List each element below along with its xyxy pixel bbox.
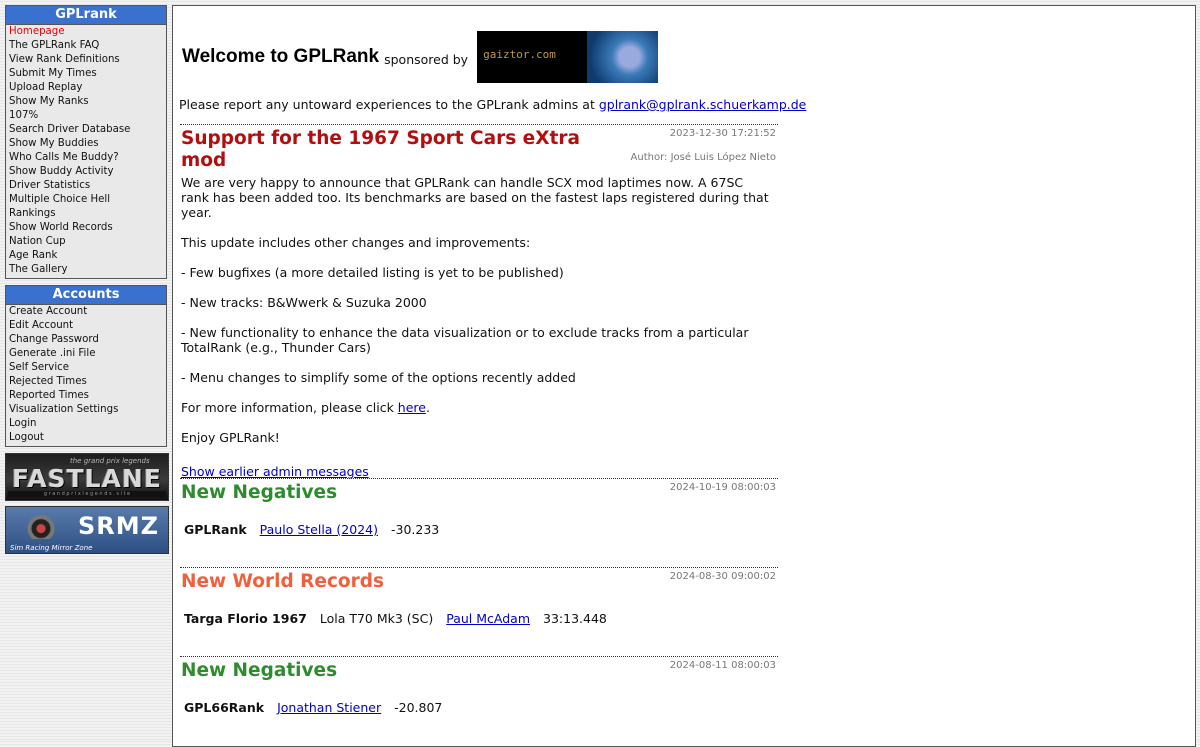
- news-negatives-2: 2024-08-11 08:00:03 New Negatives GPL66R…: [180, 656, 778, 743]
- announcement-title: Support for the 1967 Sport Cars eXtra mo…: [181, 128, 580, 171]
- news2-track: Targa Florio 1967: [184, 611, 307, 626]
- menu-item-driver-statistics[interactable]: Driver Statistics: [9, 179, 166, 193]
- sidebar: GPLrank Homepage The GPLRank FAQ View Rank…: [5, 5, 169, 559]
- announcement-p7: For more information, please click here.: [181, 400, 771, 415]
- main-menu-title: GPLrank: [6, 6, 166, 25]
- racecar-icon: [16, 513, 66, 539]
- news2-row: Targa Florio 1967 Lola T70 Mk3 (SC) Paul…: [184, 611, 778, 626]
- account-item-login[interactable]: Login: [9, 417, 166, 431]
- page-title: Welcome to GPLRank: [182, 46, 380, 67]
- announcement-p5: - New functionality to enhance the data …: [181, 325, 749, 355]
- report-line: Please report any untoward experiences t…: [179, 97, 806, 112]
- menu-item-nation-cup[interactable]: Nation Cup: [9, 235, 166, 249]
- news2-date: 2024-08-30 09:00:02: [669, 571, 776, 582]
- menu-item-view-rank-definitions[interactable]: View Rank Definitions: [9, 53, 166, 67]
- menu-item-age-rank[interactable]: Age Rank: [9, 249, 166, 263]
- menu-item-who-calls-me-buddy[interactable]: Who Calls Me Buddy?: [9, 151, 166, 165]
- account-item-rejected-times[interactable]: Rejected Times: [9, 375, 166, 389]
- fastlane-banner[interactable]: the grand prix legends FASTLANE g r a n …: [5, 453, 169, 501]
- dolphin-image: [587, 31, 659, 83]
- announcement-date: 2023-12-30 17:21:52: [669, 128, 776, 139]
- announcement-p1: We are very happy to announce that GPLRa…: [181, 175, 769, 220]
- news3-value: -20.807: [394, 700, 443, 715]
- more-info-period: .: [425, 400, 430, 415]
- announcement-p2: This update includes other changes and i…: [181, 235, 531, 250]
- welcome-header: Welcome to GPLRank sponsored by gaiztor.…: [182, 29, 659, 85]
- menu-item-rankings[interactable]: Rankings: [9, 207, 166, 221]
- news1-driver-link[interactable]: Paulo Stella (2024): [260, 522, 378, 537]
- news2-car: Lola T70 Mk3 (SC): [319, 611, 434, 626]
- account-item-generate-ini-file[interactable]: Generate .ini File: [9, 347, 166, 361]
- news1-date: 2024-10-19 08:00:03: [669, 482, 776, 493]
- more-info-link[interactable]: here: [398, 400, 426, 415]
- more-info-text: For more information, please click: [181, 400, 398, 415]
- news-negatives-1: 2024-10-19 08:00:03 New Negatives GPLRan…: [180, 478, 778, 565]
- account-item-create-account[interactable]: Create Account: [9, 305, 166, 319]
- main-menu-list: Homepage The GPLRank FAQ View Rank Definit…: [6, 25, 166, 278]
- account-item-visualization-settings[interactable]: Visualization Settings: [9, 403, 166, 417]
- menu-item-the-gallery[interactable]: The Gallery: [9, 263, 166, 277]
- news1-rank: GPLRank: [184, 522, 247, 537]
- account-item-edit-account[interactable]: Edit Account: [9, 319, 166, 333]
- announcement-p4: - New tracks: B&Wwerk & Suzuka 2000: [181, 295, 427, 310]
- admin-email-link[interactable]: gplrank@gplrank.schuerkamp.de: [599, 97, 807, 112]
- news3-driver-link[interactable]: Jonathan Stiener: [277, 700, 381, 715]
- sponsor-banner[interactable]: gaiztor.com: [477, 31, 659, 83]
- menu-item-multiple-choice-hell[interactable]: Multiple Choice Hell: [9, 193, 166, 207]
- news3-date: 2024-08-11 08:00:03: [669, 660, 776, 671]
- accounts-menu-title: Accounts: [6, 286, 166, 305]
- news2-driver-link[interactable]: Paul McAdam: [446, 611, 530, 626]
- announcement-author: Author: José Luis López Nieto: [630, 152, 776, 163]
- menu-item-homepage[interactable]: Homepage: [9, 25, 166, 39]
- news3-rank: GPL66Rank: [184, 700, 265, 715]
- main-content: Welcome to GPLRank sponsored by gaiztor.…: [172, 5, 1196, 747]
- news2-time: 33:13.448: [543, 611, 607, 626]
- fastlane-strip: g r a n d p r i x l e g e n d s . s i t …: [8, 491, 166, 497]
- accounts-menu-list: Create Account Edit Account Change Passwor…: [6, 305, 166, 446]
- sponsor-logo-text: gaiztor.com: [483, 48, 556, 61]
- account-item-self-service[interactable]: Self Service: [9, 361, 166, 375]
- srmz-banner[interactable]: SRMZ Sim Racing Mirror Zone: [5, 506, 169, 554]
- account-item-logout[interactable]: Logout: [9, 431, 166, 445]
- earlier-messages-link[interactable]: Show earlier admin messages: [181, 464, 369, 479]
- announcement-p8: Enjoy GPLRank!: [181, 430, 280, 445]
- accounts-menu: Accounts Create Account Edit Account Chang…: [5, 285, 167, 447]
- account-item-change-password[interactable]: Change Password: [9, 333, 166, 347]
- report-text: Please report any untoward experiences t…: [179, 97, 599, 112]
- sponsored-by-label: sponsored by: [384, 51, 469, 67]
- menu-item-upload-replay[interactable]: Upload Replay: [9, 81, 166, 95]
- menu-item-107[interactable]: 107%: [9, 109, 166, 123]
- srmz-logo-text: SRMZ: [78, 512, 160, 540]
- srmz-tagline: Sim Racing Mirror Zone: [10, 544, 93, 552]
- menu-item-show-my-ranks[interactable]: Show My Ranks: [9, 95, 166, 109]
- menu-item-show-buddy-activity[interactable]: Show Buddy Activity: [9, 165, 166, 179]
- announcement: 2023-12-30 17:21:52 Author: José Luis Ló…: [180, 124, 778, 494]
- account-item-reported-times[interactable]: Reported Times: [9, 389, 166, 403]
- menu-item-show-my-buddies[interactable]: Show My Buddies: [9, 137, 166, 151]
- menu-item-submit-my-times[interactable]: Submit My Times: [9, 67, 166, 81]
- menu-item-show-world-records[interactable]: Show World Records: [9, 221, 166, 235]
- news1-value: -30.233: [391, 522, 440, 537]
- announcement-p6: - Menu changes to simplify some of the o…: [181, 370, 576, 385]
- main-menu: GPLrank Homepage The GPLRank FAQ View Rank…: [5, 5, 167, 279]
- announcement-body: We are very happy to announce that GPLRa…: [181, 175, 771, 479]
- news1-row: GPLRank Paulo Stella (2024) -30.233: [184, 522, 778, 537]
- news-world-records: 2024-08-30 09:00:02 New World Records Ta…: [180, 567, 778, 654]
- menu-item-the-gplrank-faq[interactable]: The GPLRank FAQ: [9, 39, 166, 53]
- news3-row: GPL66Rank Jonathan Stiener -20.807: [184, 700, 778, 715]
- earlier-messages-row: Show earlier admin messages: [181, 464, 771, 479]
- fastlane-logo-text: FASTLANE: [12, 464, 162, 493]
- announcement-p3: - Few bugfixes (a more detailed listing …: [181, 265, 564, 280]
- menu-item-search-driver-database[interactable]: Search Driver Database: [9, 123, 166, 137]
